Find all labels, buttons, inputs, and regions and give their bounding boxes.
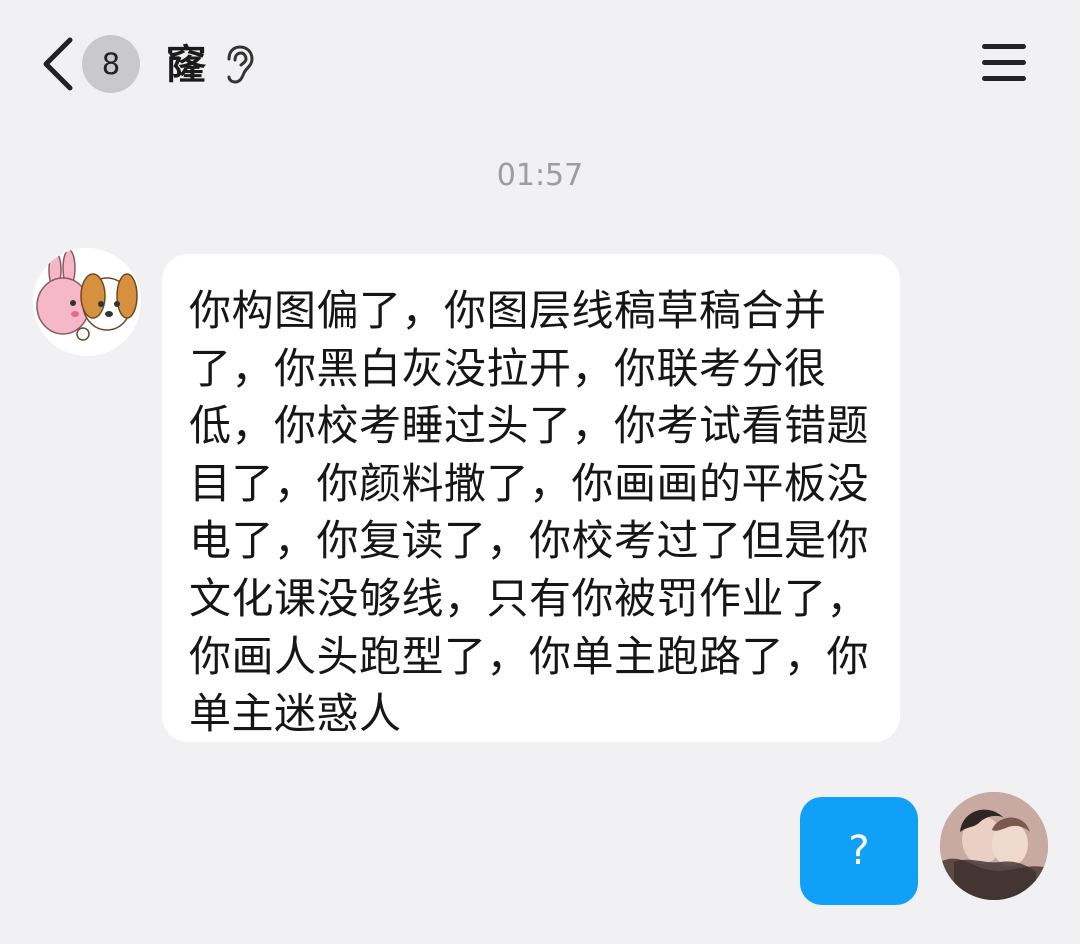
chat-title: 窿 (166, 42, 206, 88)
incoming-message-text: 你构图偏了，你图层线稿草稿合并了，你黑白灰没拉开，你联考分很低，你校考睡过头了，… (189, 286, 870, 739)
ear-icon[interactable] (222, 44, 256, 86)
hamburger-menu-icon (982, 44, 1026, 81)
contact-avatar[interactable] (33, 248, 141, 356)
menu-button[interactable] (980, 40, 1028, 86)
back-button[interactable] (38, 36, 78, 92)
incoming-message-bubble[interactable]: 你构图偏了，你图层线稿草稿合并了，你黑白灰没拉开，你联考分很低，你校考睡过头了，… (162, 254, 900, 742)
cartoon-rabbit-dog-avatar (33, 248, 141, 356)
outgoing-message-bubble[interactable]: ? (800, 797, 918, 905)
illustrated-character-avatar (940, 792, 1048, 900)
chevron-left-icon (43, 37, 73, 91)
user-avatar[interactable] (940, 792, 1048, 900)
message-timestamp: 01:57 (496, 158, 584, 193)
unread-count-badge[interactable]: 8 (82, 35, 140, 93)
chat-screen: 8 窿 01:57 你构图偏了，你图层线稿草稿合并了，你黑白灰没拉开，你联考分很… (0, 0, 1080, 944)
